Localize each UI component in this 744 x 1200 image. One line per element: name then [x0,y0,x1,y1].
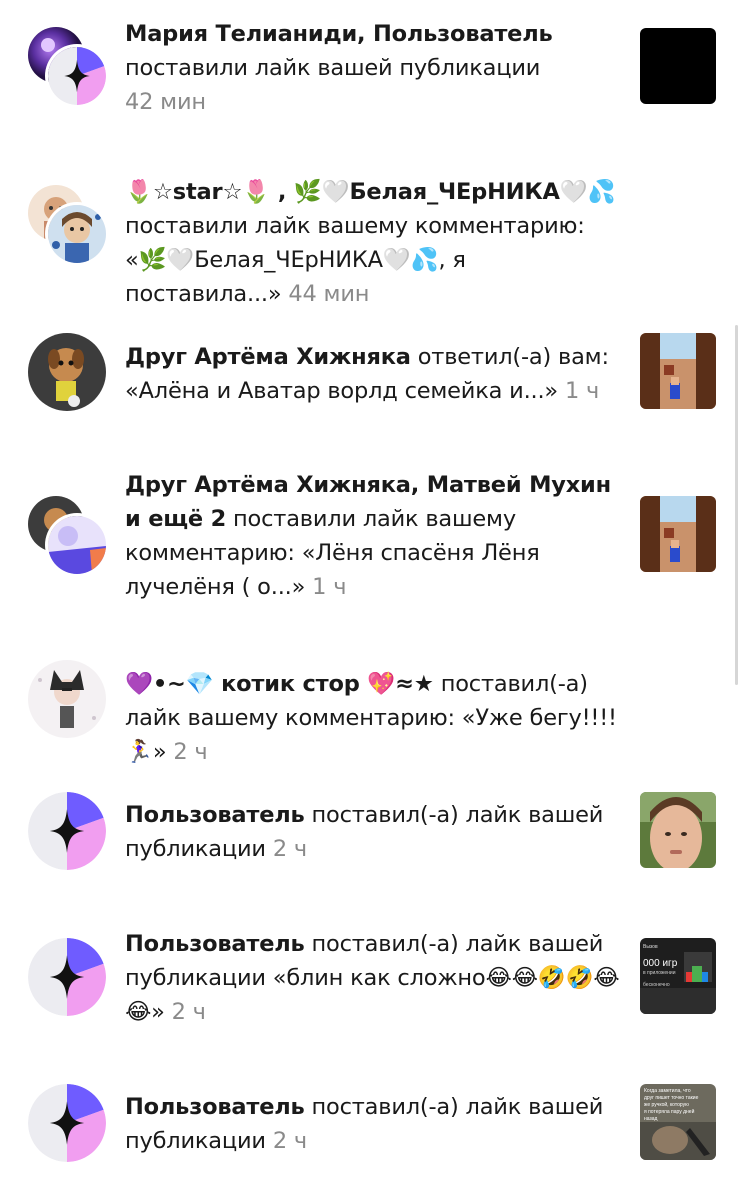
avatar-group[interactable] [28,1084,106,1162]
thumbnail-text: назад [644,1116,658,1122]
notification-time: 2 ч [173,739,208,765]
notification-time: 1 ч [312,574,347,600]
notification-time: 42 мин [125,89,206,115]
publication-thumbnail[interactable]: Когда заметила, что друг пишет точно так… [640,1084,716,1160]
avatar [28,333,106,411]
thumbnail-text: в приложении [643,970,676,976]
thumbnail-text: 000 игр [643,958,678,969]
avatar-group[interactable] [28,185,106,263]
avatar-group[interactable] [28,938,106,1016]
notification-item[interactable]: Пользователь поставил(-а) лайк вашей пуб… [0,1072,744,1200]
scrollbar[interactable] [735,325,738,685]
notification-item[interactable]: Пользователь поставил(-а) лайк вашей пуб… [0,922,744,1072]
publication-thumbnail[interactable]: Вызов 000 игр в приложении бесконечно [640,938,716,1014]
publication-thumbnail[interactable] [640,496,716,572]
notification-time: 2 ч [171,999,206,1025]
default-avatar-icon [28,938,106,1016]
default-avatar-icon [48,47,106,105]
notification-time: 2 ч [272,836,307,862]
notification-text: 💜•~💎 котик стор 💖≈★ поставил(-а) лайк ва… [125,667,625,769]
notification-text: 🌷☆star☆🌷 , 🌿🤍Белая_ЧЕрНИКА🤍💦 поставили л… [125,175,625,311]
notification-item[interactable]: Друг Артёма Хижняка, Матвей Мухин и ещё … [0,472,744,642]
avatar-group[interactable] [28,333,106,411]
notification-action: поставили лайк вашей публикации [125,55,541,81]
notification-user[interactable]: 🌷☆star☆🌷 , 🌿🤍Белая_ЧЕрНИКА🤍💦 [125,179,616,205]
thumbnail-text: Вызов [643,944,658,950]
notification-time: 1 ч [564,378,600,404]
notification-user[interactable]: Мария Телианиди, Пользователь [125,21,553,47]
thumbnail-text: я потеряла пару дней [644,1108,695,1115]
notification-text: Друг Артёма Хижняка, Матвей Мухин и ещё … [125,468,625,604]
publication-thumbnail[interactable] [640,28,716,104]
notification-text: Пользователь поставил(-а) лайк вашей пуб… [125,1090,625,1158]
thumbnail-text: бесконечно [643,982,670,988]
notification-text: Пользователь поставил(-а) лайк вашей пуб… [125,798,625,866]
thumbnail-text: Когда заметила, что [644,1088,691,1094]
default-avatar-icon [28,1084,106,1162]
avatar-group[interactable] [28,660,106,738]
thumbnail-text: друг пишет точно такие [644,1095,699,1101]
avatar-group[interactable] [28,496,106,574]
notification-user[interactable]: Пользователь [125,1094,305,1120]
publication-thumbnail[interactable] [640,792,716,868]
default-avatar-icon [28,792,106,870]
notification-item[interactable]: Мария Телианиди, Пользователь поставили … [0,0,744,150]
notification-item[interactable]: 💜•~💎 котик стор 💖≈★ поставил(-а) лайк ва… [0,642,744,772]
notification-user[interactable]: Друг Артёма Хижняка [125,344,411,370]
notification-time: 2 ч [272,1128,307,1154]
notification-item[interactable]: 🌷☆star☆🌷 , 🌿🤍Белая_ЧЕрНИКА🤍💦 поставили л… [0,150,744,320]
notification-item[interactable]: Друг Артёма Хижняка ответил(-а) вам: «Ал… [0,320,744,482]
avatar-group[interactable] [28,27,106,105]
notification-text: Мария Телианиди, Пользователь поставили … [125,17,625,119]
avatar [48,205,106,263]
notification-user[interactable]: Пользователь [125,802,305,828]
notification-text: Пользователь поставил(-а) лайк вашей пуб… [125,927,625,1029]
notification-text: Друг Артёма Хижняка ответил(-а) вам: «Ал… [125,340,625,408]
thumbnail-text: же ручкой, которую [644,1101,689,1108]
avatar-group[interactable] [28,792,106,870]
avatar [28,660,106,738]
notification-user[interactable]: Пользователь [125,931,305,957]
notification-time: 44 мин [288,281,370,307]
notification-item[interactable]: Пользователь поставил(-а) лайк вашей пуб… [0,772,744,922]
publication-thumbnail[interactable] [640,333,716,409]
avatar [48,516,106,574]
notification-user[interactable]: 💜•~💎 котик стор 💖≈★ [125,671,434,697]
